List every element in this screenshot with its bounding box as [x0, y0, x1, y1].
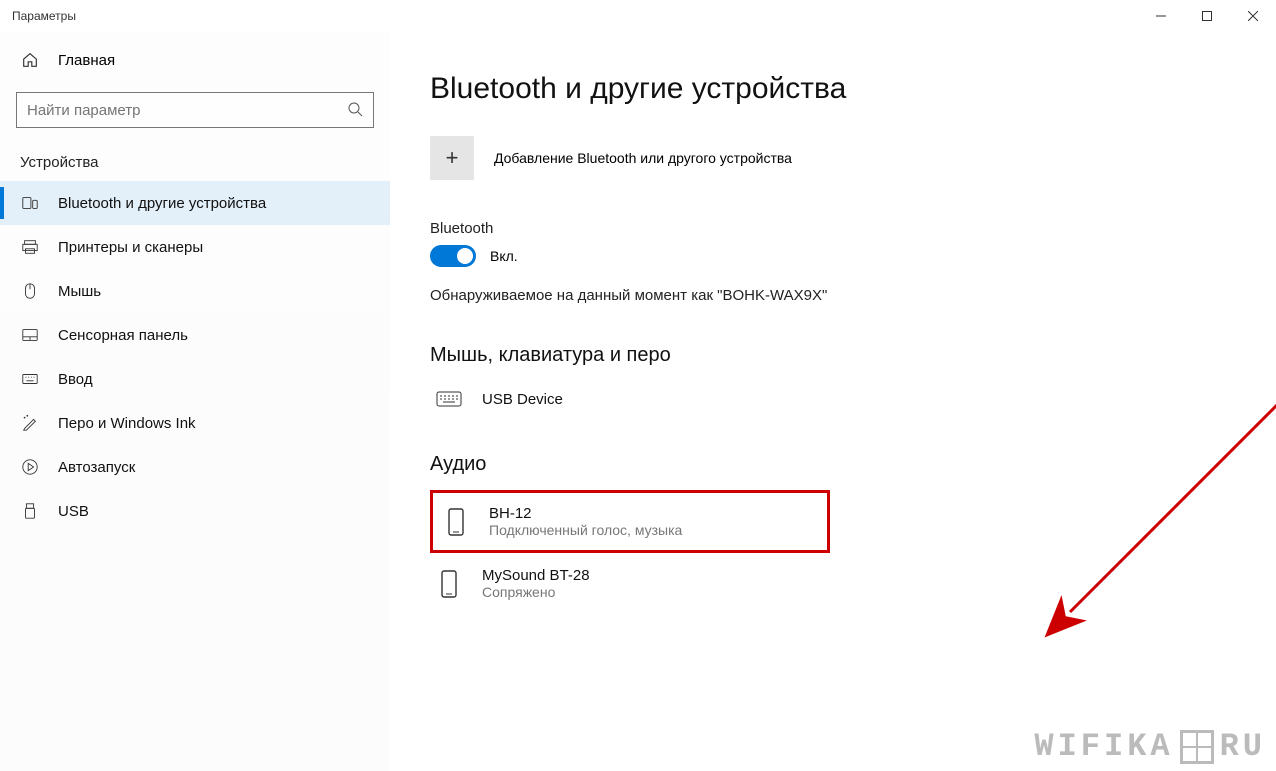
bluetooth-label: Bluetooth	[430, 220, 1236, 237]
discoverable-text: Обнаруживаемое на данный момент как "BOH…	[430, 287, 1236, 304]
window-title: Параметры	[12, 9, 1138, 23]
sidebar-item-label: Принтеры и сканеры	[58, 239, 203, 256]
autoplay-icon	[20, 457, 40, 477]
pen-icon	[20, 413, 40, 433]
device-status: Подключенный голос, музыка	[489, 522, 682, 538]
group-audio-title: Аудио	[430, 453, 1236, 476]
close-button[interactable]	[1230, 0, 1276, 32]
device-name: BH-12	[489, 505, 682, 522]
sidebar-item-printers[interactable]: Принтеры и сканеры	[0, 225, 390, 269]
main-content: Bluetooth и другие устройства + Добавлен…	[390, 32, 1276, 771]
mouse-icon	[20, 281, 40, 301]
sidebar-section-header: Устройства	[0, 138, 390, 181]
sidebar-item-label: Сенсорная панель	[58, 327, 188, 344]
device-name: USB Device	[482, 391, 563, 408]
maximize-button[interactable]	[1184, 0, 1230, 32]
plus-icon: +	[446, 145, 459, 171]
device-status: Сопряжено	[482, 584, 590, 600]
device-name: MySound BT-28	[482, 567, 590, 584]
sidebar-item-label: USB	[58, 503, 89, 520]
sidebar-item-label: Bluetooth и другие устройства	[58, 195, 266, 212]
watermark: WIFIKA RU	[1034, 728, 1266, 765]
sidebar-item-mouse[interactable]: Мышь	[0, 269, 390, 313]
home-link[interactable]: Главная	[0, 38, 390, 82]
usb-icon	[20, 501, 40, 521]
add-device-label: Добавление Bluetooth или другого устройс…	[494, 150, 792, 166]
search-box[interactable]	[16, 92, 374, 128]
sidebar-item-label: Автозапуск	[58, 459, 135, 476]
minimize-button[interactable]	[1138, 0, 1184, 32]
toggle-state-label: Вкл.	[490, 248, 518, 264]
bluetooth-toggle[interactable]	[430, 245, 476, 267]
titlebar: Параметры	[0, 0, 1276, 32]
phone-device-icon	[434, 569, 464, 599]
devices-icon	[20, 193, 40, 213]
qr-icon	[1180, 730, 1214, 764]
touchpad-icon	[20, 325, 40, 345]
device-bh12[interactable]: BH-12 Подключенный голос, музыка	[437, 497, 823, 546]
home-label: Главная	[58, 52, 115, 69]
search-icon	[347, 101, 363, 120]
page-title: Bluetooth и другие устройства	[430, 72, 1236, 106]
sidebar-item-touchpad[interactable]: Сенсорная панель	[0, 313, 390, 357]
sidebar-item-usb[interactable]: USB	[0, 489, 390, 533]
sidebar: Главная Устройства Bluetooth и другие ус…	[0, 32, 390, 771]
sidebar-item-label: Мышь	[58, 283, 101, 300]
watermark-left: WIFIKA	[1034, 728, 1173, 765]
device-mysound[interactable]: MySound BT-28 Сопряжено	[430, 559, 830, 608]
device-usb[interactable]: USB Device	[430, 381, 830, 417]
window-controls	[1138, 0, 1276, 32]
highlight-annotation: BH-12 Подключенный голос, музыка	[430, 490, 830, 553]
sidebar-item-autoplay[interactable]: Автозапуск	[0, 445, 390, 489]
add-device-button[interactable]: +	[430, 136, 474, 180]
phone-device-icon	[441, 507, 471, 537]
search-input[interactable]	[27, 102, 347, 119]
watermark-right: RU	[1220, 728, 1266, 765]
printer-icon	[20, 237, 40, 257]
home-icon	[20, 50, 40, 70]
sidebar-item-bluetooth[interactable]: Bluetooth и другие устройства	[0, 181, 390, 225]
keyboard-device-icon	[434, 389, 464, 409]
keyboard-icon	[20, 369, 40, 389]
sidebar-item-label: Перо и Windows Ink	[58, 415, 196, 432]
group-mouse-title: Мышь, клавиатура и перо	[430, 344, 1236, 367]
sidebar-item-label: Ввод	[58, 371, 93, 388]
sidebar-item-pen[interactable]: Перо и Windows Ink	[0, 401, 390, 445]
sidebar-item-typing[interactable]: Ввод	[0, 357, 390, 401]
